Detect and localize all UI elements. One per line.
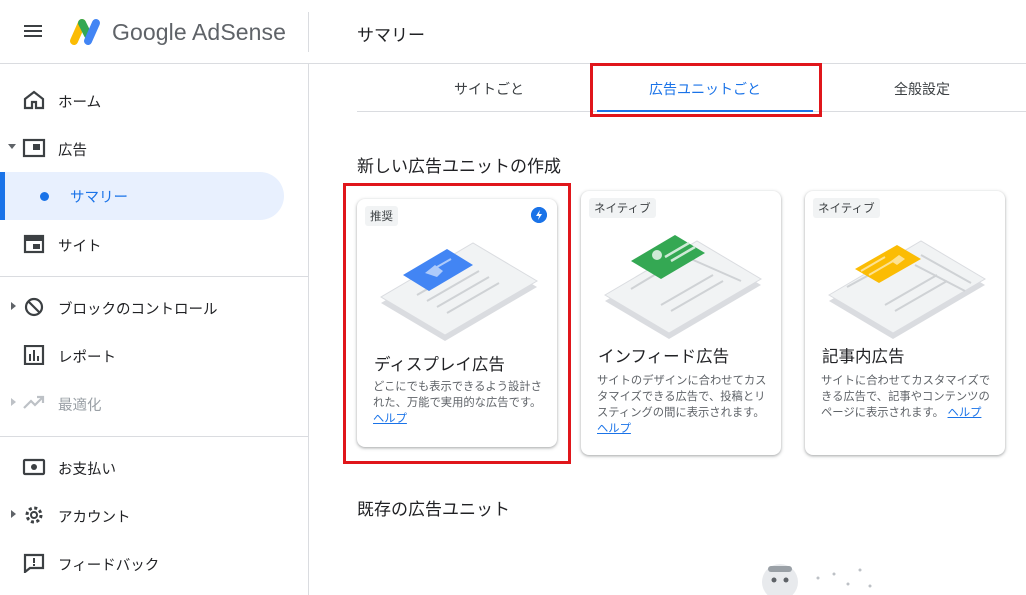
help-link[interactable]: ヘルプ [597,422,631,435]
chevron-right-icon[interactable] [11,510,16,518]
ads-icon [22,138,46,158]
brand-name: Google AdSense [112,19,287,45]
sidebar-item-label: 広告 [58,143,87,159]
dot-icon [40,192,49,201]
sidebar-item-reports[interactable]: レポート [0,331,300,379]
sites-icon [23,234,45,254]
sidebar-item-summary[interactable]: サマリー [0,172,284,220]
sidebar-item-home[interactable]: ホーム [0,76,300,124]
chevron-down-icon[interactable] [8,144,16,149]
sidebar-item-sites[interactable]: サイト [0,220,300,268]
sidebar-item-feedback[interactable]: フィードバック [0,539,300,587]
gear-icon [25,506,43,524]
in-feed-ad-illustration [604,235,762,339]
block-icon [24,297,44,317]
chevron-right-icon[interactable] [11,398,16,406]
sidebar-item-label: アカウント [58,510,131,526]
native-badge: ネイティブ [813,198,880,218]
existing-ad-units-heading: 既存の広告ユニット [357,500,510,520]
report-icon [23,345,45,365]
sidebar-item-payments[interactable]: お支払い [0,443,300,491]
sidebar-divider [0,436,309,437]
page-title: サマリー [357,26,425,46]
sidebar-item-block-controls[interactable]: ブロックのコントロール [0,283,300,331]
tab-by-site[interactable]: サイトごと [407,64,571,112]
active-indicator [0,172,5,220]
tab-highlight-box [590,63,822,117]
in-feed-ads-card[interactable]: ネイティブ インフィード広告 サイトのデザインに合わせてカスタマイズできる広告で… [581,191,781,455]
sidebar-item-label: 最適化 [58,398,102,414]
header-divider [308,12,309,52]
sidebar-item-label: ブロックのコントロール [58,302,218,318]
sidebar-item-label: フィードバック [58,558,160,574]
adsense-logo-icon [70,19,100,45]
sidebar: ホーム 広告 サマリー サイト ブロックのコントロール レポート 最適化 お支払… [0,64,309,595]
card-title: 記事内広告 [822,347,905,366]
native-badge: ネイティブ [589,198,656,218]
feedback-icon [23,553,45,573]
card-description: サイトに合わせてカスタマイズできる広告で、記事やコンテンツのページに表示されます… [821,373,993,421]
sidebar-item-label: サイト [58,239,102,255]
menu-icon[interactable] [22,22,44,42]
card-desc-text: サイトのデザインに合わせてカスタマイズできる広告で、投稿とリスティングの間に表示… [597,374,767,419]
sidebar-item-label: お支払い [58,462,116,478]
in-article-ads-card[interactable]: ネイティブ 記事内広告 サイトに合わせてカスタマイズできる広告で、記事やコンテン… [805,191,1005,455]
card-description: サイトのデザインに合わせてカスタマイズできる広告で、投稿とリスティングの間に表示… [597,373,769,437]
sidebar-item-optimization[interactable]: 最適化 [0,379,300,427]
tab-general-settings[interactable]: 全般設定 [837,64,1007,112]
chevron-right-icon[interactable] [11,302,16,310]
in-article-ad-illustration [828,240,986,339]
sidebar-divider [0,276,309,277]
new-ad-unit-heading: 新しい広告ユニットの作成 [357,157,561,177]
trending-icon [23,395,45,409]
mascot-illustration [762,564,872,595]
help-link[interactable]: ヘルプ [948,406,982,419]
sidebar-item-label: サマリー [70,190,128,206]
sidebar-item-ads[interactable]: 広告 [0,124,300,172]
payments-icon [22,458,46,476]
sidebar-item-label: ホーム [58,95,102,111]
home-icon [23,90,45,110]
sidebar-item-account[interactable]: アカウント [0,491,300,539]
top-app-bar: Google AdSense サマリー [0,0,1026,64]
sidebar-item-label: レポート [58,350,116,366]
adsense-app: Google AdSense サマリー ホーム 広告 サマリー サイト ブロック… [0,0,1026,595]
card-title: インフィード広告 [598,347,730,366]
card-highlight-box [343,183,571,464]
